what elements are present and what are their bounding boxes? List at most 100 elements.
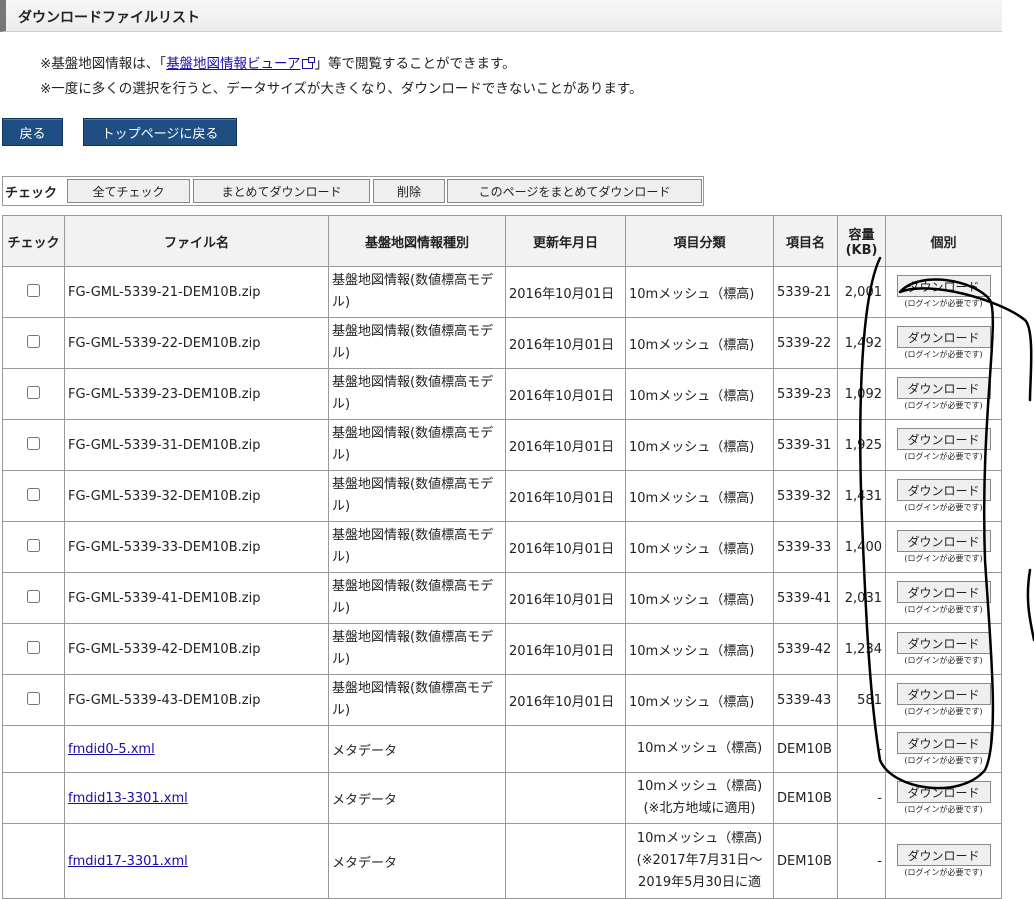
file-table: チェック ファイル名 基盤地図情報種別 更新年月日 項目分類 項目名 容量(KB… [2, 215, 1002, 899]
file-size: 2,001 [837, 266, 886, 318]
metadata-file-link[interactable]: fmdid13-3301.xml [68, 791, 188, 806]
login-required-note: (ログインが必要です) [904, 299, 983, 308]
table-row: FG-GML-5339-22-DEM10B.zip 基盤地図情報(数値標高モデル)… [2, 317, 1002, 369]
viewer-link[interactable]: 基盤地図情報ビューア [166, 56, 300, 72]
download-button[interactable]: ダウンロード [896, 581, 991, 603]
row-checkbox[interactable] [27, 691, 40, 705]
check-all-button[interactable]: 全てチェック [67, 179, 190, 203]
bulk-download-button[interactable]: まとめてダウンロード [193, 179, 370, 203]
file-size: - [837, 823, 886, 899]
update-date: 2016年10月01日 [505, 368, 626, 420]
delete-button[interactable]: 削除 [373, 179, 445, 203]
download-button[interactable]: ダウンロード [896, 275, 991, 297]
login-required-note: (ログインが必要です) [904, 350, 983, 359]
metadata-row: fmdid17-3301.xml メタデータ 10mメッシュ（標高) (※2017年… [2, 823, 1002, 899]
table-row: FG-GML-5339-41-DEM10B.zip 基盤地図情報(数値標高モデル)… [2, 572, 1002, 624]
item-name: 5339-23 [773, 368, 838, 420]
download-button[interactable]: ダウンロード [896, 377, 991, 399]
update-date: 2016年10月01日 [505, 572, 626, 624]
update-date: 2016年10月01日 [505, 419, 626, 471]
metadata-row: fmdid0-5.xml メタデータ 10mメッシュ（標高) DEM10B - ダウンロー… [2, 725, 1002, 773]
row-checkbox[interactable] [27, 538, 40, 552]
item-name: 5339-21 [773, 266, 838, 318]
col-date: 更新年月日 [505, 215, 626, 267]
file-size: 581 [837, 674, 886, 726]
page-download-button[interactable]: このページをまとめてダウンロード [447, 179, 702, 203]
item-category: 10mメッシュ（標高) (※北方地域に適用) [625, 772, 774, 824]
file-type: メタデータ [328, 725, 506, 773]
metadata-file-link[interactable]: fmdid0-5.xml [68, 742, 155, 757]
file-size: 1,492 [837, 317, 886, 369]
row-check-cell [2, 725, 65, 773]
item-category: 10mメッシュ（標高) [625, 317, 774, 369]
download-button[interactable]: ダウンロード [896, 479, 991, 501]
file-name: FG-GML-5339-23-DEM10B.zip [64, 368, 329, 420]
row-check-cell [2, 521, 65, 573]
login-required-note: (ログインが必要です) [904, 452, 983, 461]
table-row: FG-GML-5339-21-DEM10B.zip 基盤地図情報(数値標高モデル)… [2, 266, 1002, 318]
row-check-cell [2, 623, 65, 675]
row-checkbox[interactable] [27, 385, 40, 399]
item-name: 5339-33 [773, 521, 838, 573]
download-cell: ダウンロード (ログインが必要です) [885, 266, 1002, 318]
row-check-cell [2, 772, 65, 824]
file-size: - [837, 725, 886, 773]
row-check-cell [2, 470, 65, 522]
download-cell: ダウンロード (ログインが必要です) [885, 419, 1002, 471]
notes: ※基盤地図情報は、「基盤地図情報ビューア 」等で閲覧することができます。 ※一度に… [40, 52, 642, 102]
external-link-icon [301, 57, 315, 69]
item-category: 10mメッシュ（標高) [625, 470, 774, 522]
download-cell: ダウンロード (ログインが必要です) [885, 725, 1002, 773]
file-size: 1,092 [837, 368, 886, 420]
login-required-note: (ログインが必要です) [904, 656, 983, 665]
login-required-note: (ログインが必要です) [904, 605, 983, 614]
update-date: 2016年10月01日 [505, 470, 626, 522]
metadata-row: fmdid13-3301.xml メタデータ 10mメッシュ（標高) (※北方地域に… [2, 772, 1002, 824]
table-row: FG-GML-5339-23-DEM10B.zip 基盤地図情報(数値標高モデル)… [2, 368, 1002, 420]
item-name: DEM10B [773, 725, 838, 773]
download-button[interactable]: ダウンロード [896, 781, 991, 803]
download-button[interactable]: ダウンロード [896, 844, 991, 866]
file-type: 基盤地図情報(数値標高モデル) [328, 317, 506, 369]
file-type: 基盤地図情報(数値標高モデル) [328, 623, 506, 675]
file-name: FG-GML-5339-42-DEM10B.zip [64, 623, 329, 675]
top-page-button[interactable]: トップページに戻る [83, 118, 237, 146]
download-button[interactable]: ダウンロード [896, 732, 991, 754]
row-checkbox[interactable] [27, 334, 40, 348]
download-button[interactable]: ダウンロード [896, 530, 991, 552]
row-checkbox[interactable] [27, 487, 40, 501]
file-type: 基盤地図情報(数値標高モデル) [328, 521, 506, 573]
note-size-warning: ※一度に多くの選択を行うと、データサイズが大きくなり、ダウンロードできないことが… [40, 81, 643, 97]
note-viewer: ※基盤地図情報は、「基盤地図情報ビューア 」等で閲覧することができます。 [40, 56, 516, 72]
download-cell: ダウンロード (ログインが必要です) [885, 623, 1002, 675]
back-button[interactable]: 戻る [2, 118, 63, 146]
item-name: DEM10B [773, 772, 838, 824]
col-individual: 個別 [885, 215, 1002, 267]
row-checkbox[interactable] [27, 589, 40, 603]
login-required-note: (ログインが必要です) [904, 503, 983, 512]
row-checkbox[interactable] [27, 436, 40, 450]
download-cell: ダウンロード (ログインが必要です) [885, 317, 1002, 369]
file-type: 基盤地図情報(数値標高モデル) [328, 674, 506, 726]
file-type: メタデータ [328, 772, 506, 824]
row-checkbox[interactable] [27, 640, 40, 654]
col-category: 項目分類 [625, 215, 774, 267]
col-size: 容量(KB) [837, 215, 886, 267]
metadata-file-link[interactable]: fmdid17-3301.xml [68, 854, 188, 869]
file-size: 1,925 [837, 419, 886, 471]
download-button[interactable]: ダウンロード [896, 326, 991, 348]
item-category: 10mメッシュ（標高) (※2017年7月31日～ 2019年5月30日に適 [625, 823, 774, 899]
download-button[interactable]: ダウンロード [896, 632, 991, 654]
row-checkbox[interactable] [27, 283, 40, 297]
download-button[interactable]: ダウンロード [896, 428, 991, 450]
download-cell: ダウンロード (ログインが必要です) [885, 470, 1002, 522]
file-type: 基盤地図情報(数値標高モデル) [328, 572, 506, 624]
file-size: - [837, 772, 886, 824]
item-name: 5339-31 [773, 419, 838, 471]
update-date [505, 725, 626, 773]
item-category: 10mメッシュ（標高) [625, 266, 774, 318]
login-required-note: (ログインが必要です) [904, 868, 983, 877]
table-header-row: チェック ファイル名 基盤地図情報種別 更新年月日 項目分類 項目名 容量(KB… [2, 215, 1002, 267]
table-row: FG-GML-5339-43-DEM10B.zip 基盤地図情報(数値標高モデル)… [2, 674, 1002, 726]
download-button[interactable]: ダウンロード [896, 683, 991, 705]
